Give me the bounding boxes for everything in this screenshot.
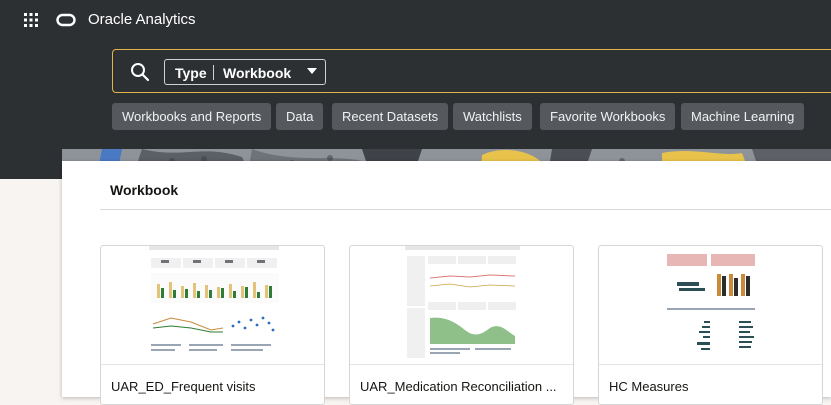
search-icon[interactable] bbox=[130, 62, 150, 82]
card-title: UAR_ED_Frequent visits bbox=[111, 379, 256, 394]
type-divider bbox=[213, 65, 214, 80]
type-value: Workbook bbox=[223, 65, 292, 81]
type-filter-select[interactable]: Type Workbook bbox=[164, 59, 326, 85]
card-divider bbox=[599, 364, 822, 365]
chip-favorite-workbooks[interactable]: Favorite Workbooks bbox=[540, 103, 676, 130]
type-label: Type bbox=[175, 65, 207, 81]
chevron-down-icon bbox=[307, 68, 317, 75]
card-divider bbox=[350, 364, 573, 365]
chip-machine-learning[interactable]: Machine Learning bbox=[681, 103, 805, 130]
chip-watchlists[interactable]: Watchlists bbox=[453, 103, 532, 130]
card-title: HC Measures bbox=[609, 379, 689, 394]
grid-icon[interactable] bbox=[24, 13, 38, 27]
card-title: UAR_Medication Reconciliation ... bbox=[360, 379, 557, 394]
section-divider bbox=[100, 209, 831, 210]
oracle-logo-icon bbox=[56, 13, 76, 27]
card-divider bbox=[101, 364, 324, 365]
workbook-card[interactable]: UAR_Medication Reconciliation ... bbox=[349, 245, 574, 405]
app-title: Oracle Analytics bbox=[88, 11, 196, 28]
section-title: Workbook bbox=[110, 182, 179, 198]
search-bar[interactable]: Type Workbook bbox=[112, 49, 831, 93]
chip-data[interactable]: Data bbox=[276, 103, 324, 130]
chip-workbooks-and-reports[interactable]: Workbooks and Reports bbox=[112, 103, 272, 130]
workbook-card[interactable]: HC Measures bbox=[598, 245, 823, 405]
workbook-thumbnail bbox=[149, 246, 279, 364]
chip-recent-datasets[interactable]: Recent Datasets bbox=[332, 103, 449, 130]
workbook-thumbnail bbox=[664, 246, 759, 364]
workbook-thumbnail bbox=[405, 246, 520, 364]
workbook-panel: Workbook UAR_ED_Frequent visits UAR_Medi… bbox=[62, 161, 831, 405]
workbook-card[interactable]: UAR_ED_Frequent visits bbox=[100, 245, 325, 405]
